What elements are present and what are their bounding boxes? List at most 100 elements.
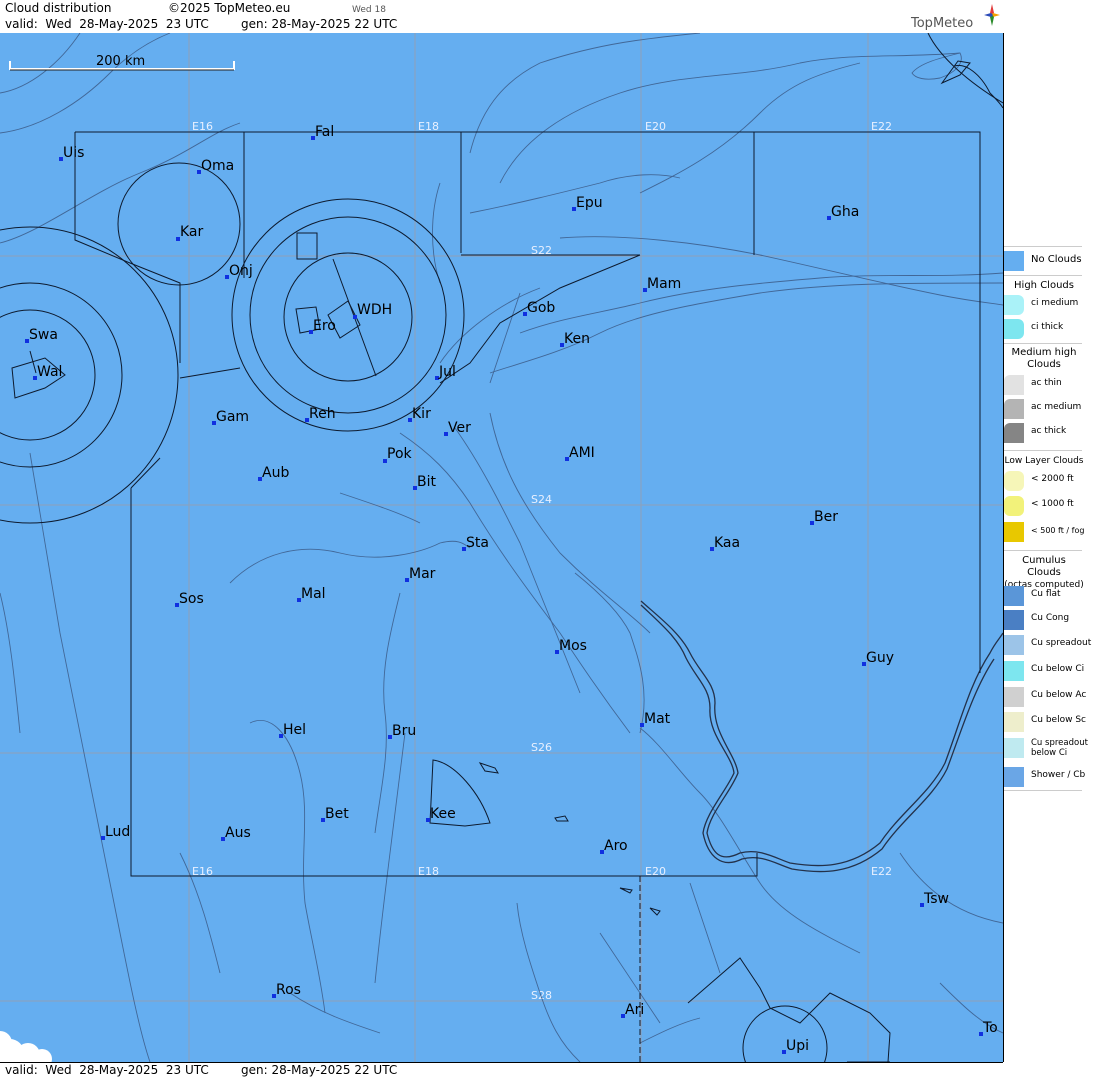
svg-text:Bru: Bru [392,723,416,739]
place-lud[interactable]: Lud [101,824,130,840]
place-gob[interactable]: Gob [523,300,555,316]
legend-divider [1004,790,1082,791]
svg-text:Jul: Jul [438,364,456,380]
grid-label-s26: S26 [531,741,552,754]
legend-cu-below-sc: Cu below Sc [1004,710,1086,734]
cu-spreadout-label: Cu spreadout [1031,638,1092,648]
scale-bar: 200 km [9,54,235,71]
place-wal[interactable]: Wal [33,364,62,380]
svg-text:Ari: Ari [625,1002,644,1018]
lat-lon-grid [0,33,1003,1062]
place-gam[interactable]: Gam [212,409,249,425]
place-mal[interactable]: Mal [297,586,326,602]
place-mam[interactable]: Mam [643,276,681,292]
svg-text:Ken: Ken [564,331,590,347]
place-epu[interactable]: Epu [572,195,603,211]
legend-cu-below-ci: Cu below Ci [1004,659,1084,683]
place-oma[interactable]: Oma [197,158,234,174]
low-2000-swatch [1004,471,1024,491]
ac-medium-label: ac medium [1031,402,1082,412]
svg-text:Ros: Ros [276,982,301,998]
place-kee[interactable]: Kee [426,806,456,822]
footer-valid-time: valid: Wed 28-May-2025 23 UTC [5,1063,209,1077]
place-kir[interactable]: Kir [408,406,431,422]
cu-spreadout-below-ci-label: Cu spreadout below Ci [1031,738,1088,758]
legend-ac-thin: ac thin [1004,373,1084,397]
place-guy[interactable]: Guy [862,650,894,666]
legend-divider [1004,275,1082,276]
legend-divider [1004,450,1082,451]
cu-below-sc-swatch [1004,712,1024,732]
cu-below-ci-label: Cu below Ci [1031,664,1085,674]
place-to[interactable]: To [979,1020,998,1036]
grid-label-e20-top: E20 [645,120,666,133]
place-ken[interactable]: Ken [560,331,590,347]
place-bit[interactable]: Bit [413,474,436,490]
svg-text:Uis: Uis [63,145,84,161]
place-aro[interactable]: Aro [600,838,628,854]
svg-text:Lud: Lud [105,824,130,840]
place-bet[interactable]: Bet [321,806,349,822]
place-ber[interactable]: Ber [810,509,838,525]
legend-low-fog: < 500 ft / fog [1004,520,1084,544]
low-1000-label: < 1000 ft [1031,499,1074,509]
place-aus[interactable]: Aus [221,825,251,841]
cu-below-ci-swatch [1004,661,1024,681]
valid-time: valid: Wed 28-May-2025 23 UTC [5,17,209,31]
place-wdh[interactable]: WDH [353,302,392,319]
place-sta[interactable]: Sta [462,535,489,551]
medium-clouds-heading: Medium high Clouds [1004,347,1084,371]
place-fal[interactable]: Fal [311,124,334,140]
place-sos[interactable]: Sos [175,591,204,607]
legend-ci-thick: ci thick [1004,317,1084,341]
place-jul[interactable]: Jul [435,364,456,380]
svg-text:Bit: Bit [417,474,436,490]
svg-text:Kir: Kir [412,406,431,422]
ci-thick-swatch [1004,319,1024,339]
place-mat[interactable]: Mat [640,711,671,727]
grid-label-s24: S24 [531,493,552,506]
place-ami[interactable]: AMI [565,445,595,461]
place-mos[interactable]: Mos [555,638,587,654]
place-ari[interactable]: Ari [621,1002,644,1018]
place-ver[interactable]: Ver [444,420,471,436]
airspace-boundaries [0,33,1003,1062]
no-clouds-label: No Clouds [1031,254,1082,265]
place-ero[interactable]: Ero [309,318,336,334]
place-hel[interactable]: Hel [279,722,306,738]
place-kaa[interactable]: Kaa [710,535,740,551]
ac-thick-label: ac thick [1031,426,1067,436]
svg-text:Sos: Sos [179,591,204,607]
cu-spreadout-swatch [1004,635,1024,655]
place-uis[interactable]: Uis [59,145,84,161]
place-ros[interactable]: Ros [272,982,301,998]
place-onj[interactable]: Onj [225,263,253,279]
place-mar[interactable]: Mar [405,566,436,582]
legend-ci-medium: ci medium [1004,293,1084,317]
medium-heading-line1: Medium high [1011,347,1077,358]
svg-text:Tsw: Tsw [923,891,949,907]
cloud-map[interactable]: E16 E18 E20 E22 E16 E18 E20 E22 S22 S24 … [0,33,1004,1062]
map-footer: valid: Wed 28-May-2025 23 UTC gen: 28-Ma… [0,1062,1003,1078]
place-upi[interactable]: Upi [782,1038,809,1054]
place-pok[interactable]: Pok [383,446,413,463]
svg-text:Upi: Upi [786,1038,809,1054]
ci-thick-label: ci thick [1031,322,1064,332]
place-reh[interactable]: Reh [305,406,336,422]
place-tsw[interactable]: Tsw [920,891,949,907]
generated-time: gen: 28-May-2025 22 UTC [241,17,398,31]
map-canvas: E16 E18 E20 E22 E16 E18 E20 E22 S22 S24 … [0,33,1003,1062]
cu-below-ac-label: Cu below Ac [1031,690,1087,700]
low-1000-swatch [1004,496,1024,516]
high-clouds-heading: High Clouds [1014,280,1074,291]
cu-cong-swatch [1004,610,1024,630]
legend-shower-cb: Shower / Cb [1004,765,1085,789]
place-swa[interactable]: Swa [25,327,58,343]
place-aub[interactable]: Aub [258,465,289,481]
place-gha[interactable]: Gha [827,204,859,220]
place-bru[interactable]: Bru [388,723,416,739]
place-kar[interactable]: Kar [176,224,204,241]
no-clouds-swatch [1004,251,1024,271]
terrain-contours [0,33,1003,1062]
ac-thick-swatch [1004,423,1024,443]
